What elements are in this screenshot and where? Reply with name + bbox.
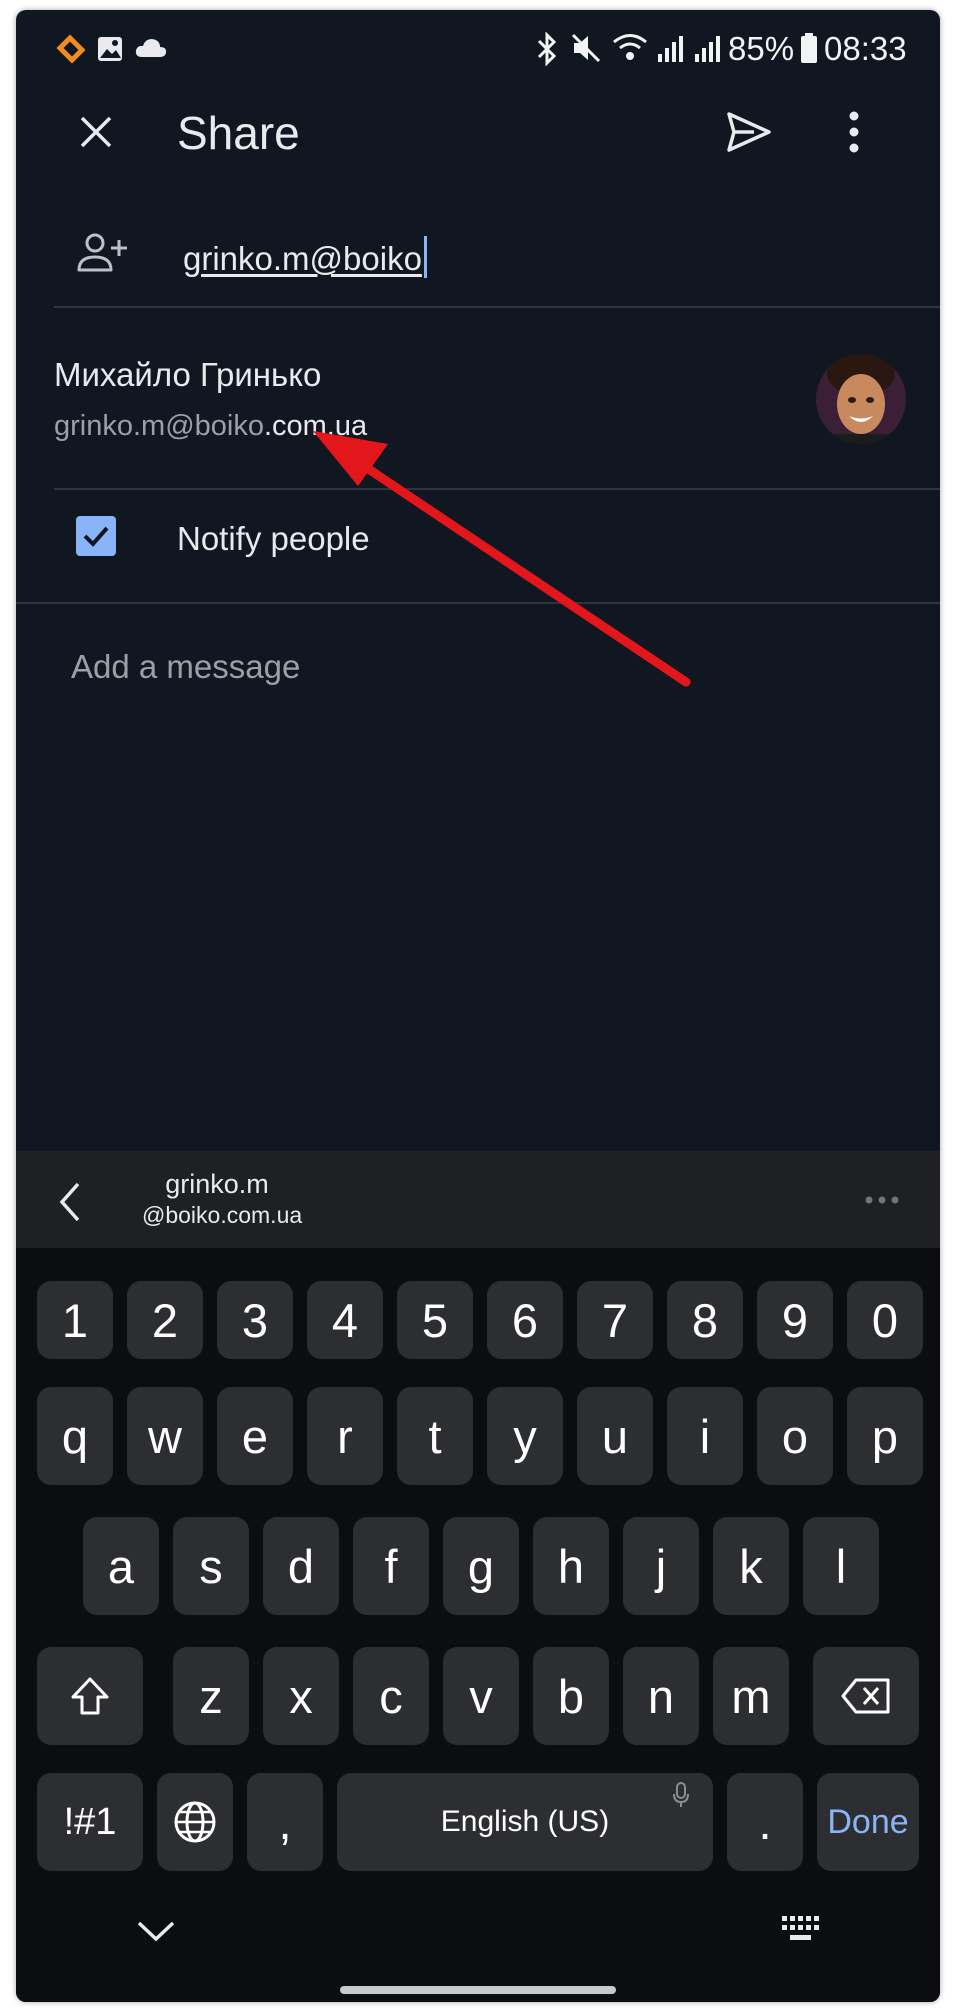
key-4[interactable]: 4	[307, 1281, 383, 1359]
key-k[interactable]: k	[713, 1517, 789, 1615]
phone-screen: 85% 08:33 Share grinko.m@boiko Михайло Г…	[16, 10, 940, 2002]
key-g[interactable]: g	[443, 1517, 519, 1615]
key-u[interactable]: u	[577, 1387, 653, 1485]
key-1[interactable]: 1	[37, 1281, 113, 1359]
key-5[interactable]: 5	[397, 1281, 473, 1359]
shift-icon	[71, 1677, 109, 1715]
home-indicator[interactable]	[340, 1986, 616, 1994]
key-x[interactable]: x	[263, 1647, 339, 1745]
key-e[interactable]: e	[217, 1387, 293, 1485]
key-3[interactable]: 3	[217, 1281, 293, 1359]
chevron-down-icon[interactable]	[136, 1919, 176, 1943]
space-key-label: English (US)	[440, 1805, 610, 1838]
keyboard-suggestion-line2: @boiko.com.ua	[142, 1202, 303, 1228]
keyboard: grinko.m @boiko.com.ua 1234567890 qwerty…	[16, 1151, 940, 2002]
done-key[interactable]: Done	[817, 1773, 919, 1871]
key-a[interactable]: a	[83, 1517, 159, 1615]
key-0[interactable]: 0	[847, 1281, 923, 1359]
key-s[interactable]: s	[173, 1517, 249, 1615]
symbols-key[interactable]: !#1	[37, 1773, 143, 1871]
key-r[interactable]: r	[307, 1387, 383, 1485]
language-key[interactable]	[157, 1773, 233, 1871]
key-m[interactable]: m	[713, 1647, 789, 1745]
more-horizontal-icon[interactable]	[864, 1195, 900, 1205]
key-h[interactable]: h	[533, 1517, 609, 1615]
period-key[interactable]: .	[727, 1773, 803, 1871]
key-z[interactable]: z	[173, 1647, 249, 1745]
keyboard-suggestion[interactable]: grinko.m @boiko.com.ua	[142, 1169, 303, 1229]
key-n[interactable]: n	[623, 1647, 699, 1745]
backspace-key[interactable]	[813, 1647, 919, 1745]
globe-icon	[174, 1801, 216, 1843]
key-l[interactable]: l	[803, 1517, 879, 1615]
key-c[interactable]: c	[353, 1647, 429, 1745]
key-9[interactable]: 9	[757, 1281, 833, 1359]
backspace-icon	[841, 1678, 890, 1714]
key-8[interactable]: 8	[667, 1281, 743, 1359]
annotation-arrow	[313, 431, 691, 687]
microphone-icon	[673, 1782, 689, 1807]
key-i[interactable]: i	[667, 1387, 743, 1485]
keyboard-suggestion-line1: grinko.m	[165, 1169, 269, 1199]
key-q[interactable]: q	[37, 1387, 113, 1485]
key-y[interactable]: y	[487, 1387, 563, 1485]
key-j[interactable]: j	[623, 1517, 699, 1615]
key-d[interactable]: d	[263, 1517, 339, 1615]
key-7[interactable]: 7	[577, 1281, 653, 1359]
key-2[interactable]: 2	[127, 1281, 203, 1359]
comma-key[interactable]: ,	[247, 1773, 323, 1871]
key-o[interactable]: o	[757, 1387, 833, 1485]
key-b[interactable]: b	[533, 1647, 609, 1745]
key-v[interactable]: v	[443, 1647, 519, 1745]
keyboard-suggestion-bar: grinko.m @boiko.com.ua	[16, 1151, 940, 1248]
shift-key[interactable]	[37, 1647, 143, 1745]
key-6[interactable]: 6	[487, 1281, 563, 1359]
chevron-left-icon[interactable]	[58, 1181, 82, 1223]
key-f[interactable]: f	[353, 1517, 429, 1615]
space-key[interactable]: English (US)	[337, 1773, 713, 1871]
key-w[interactable]: w	[127, 1387, 203, 1485]
key-t[interactable]: t	[397, 1387, 473, 1485]
key-p[interactable]: p	[847, 1387, 923, 1485]
keyboard-icon[interactable]	[780, 1913, 824, 1945]
